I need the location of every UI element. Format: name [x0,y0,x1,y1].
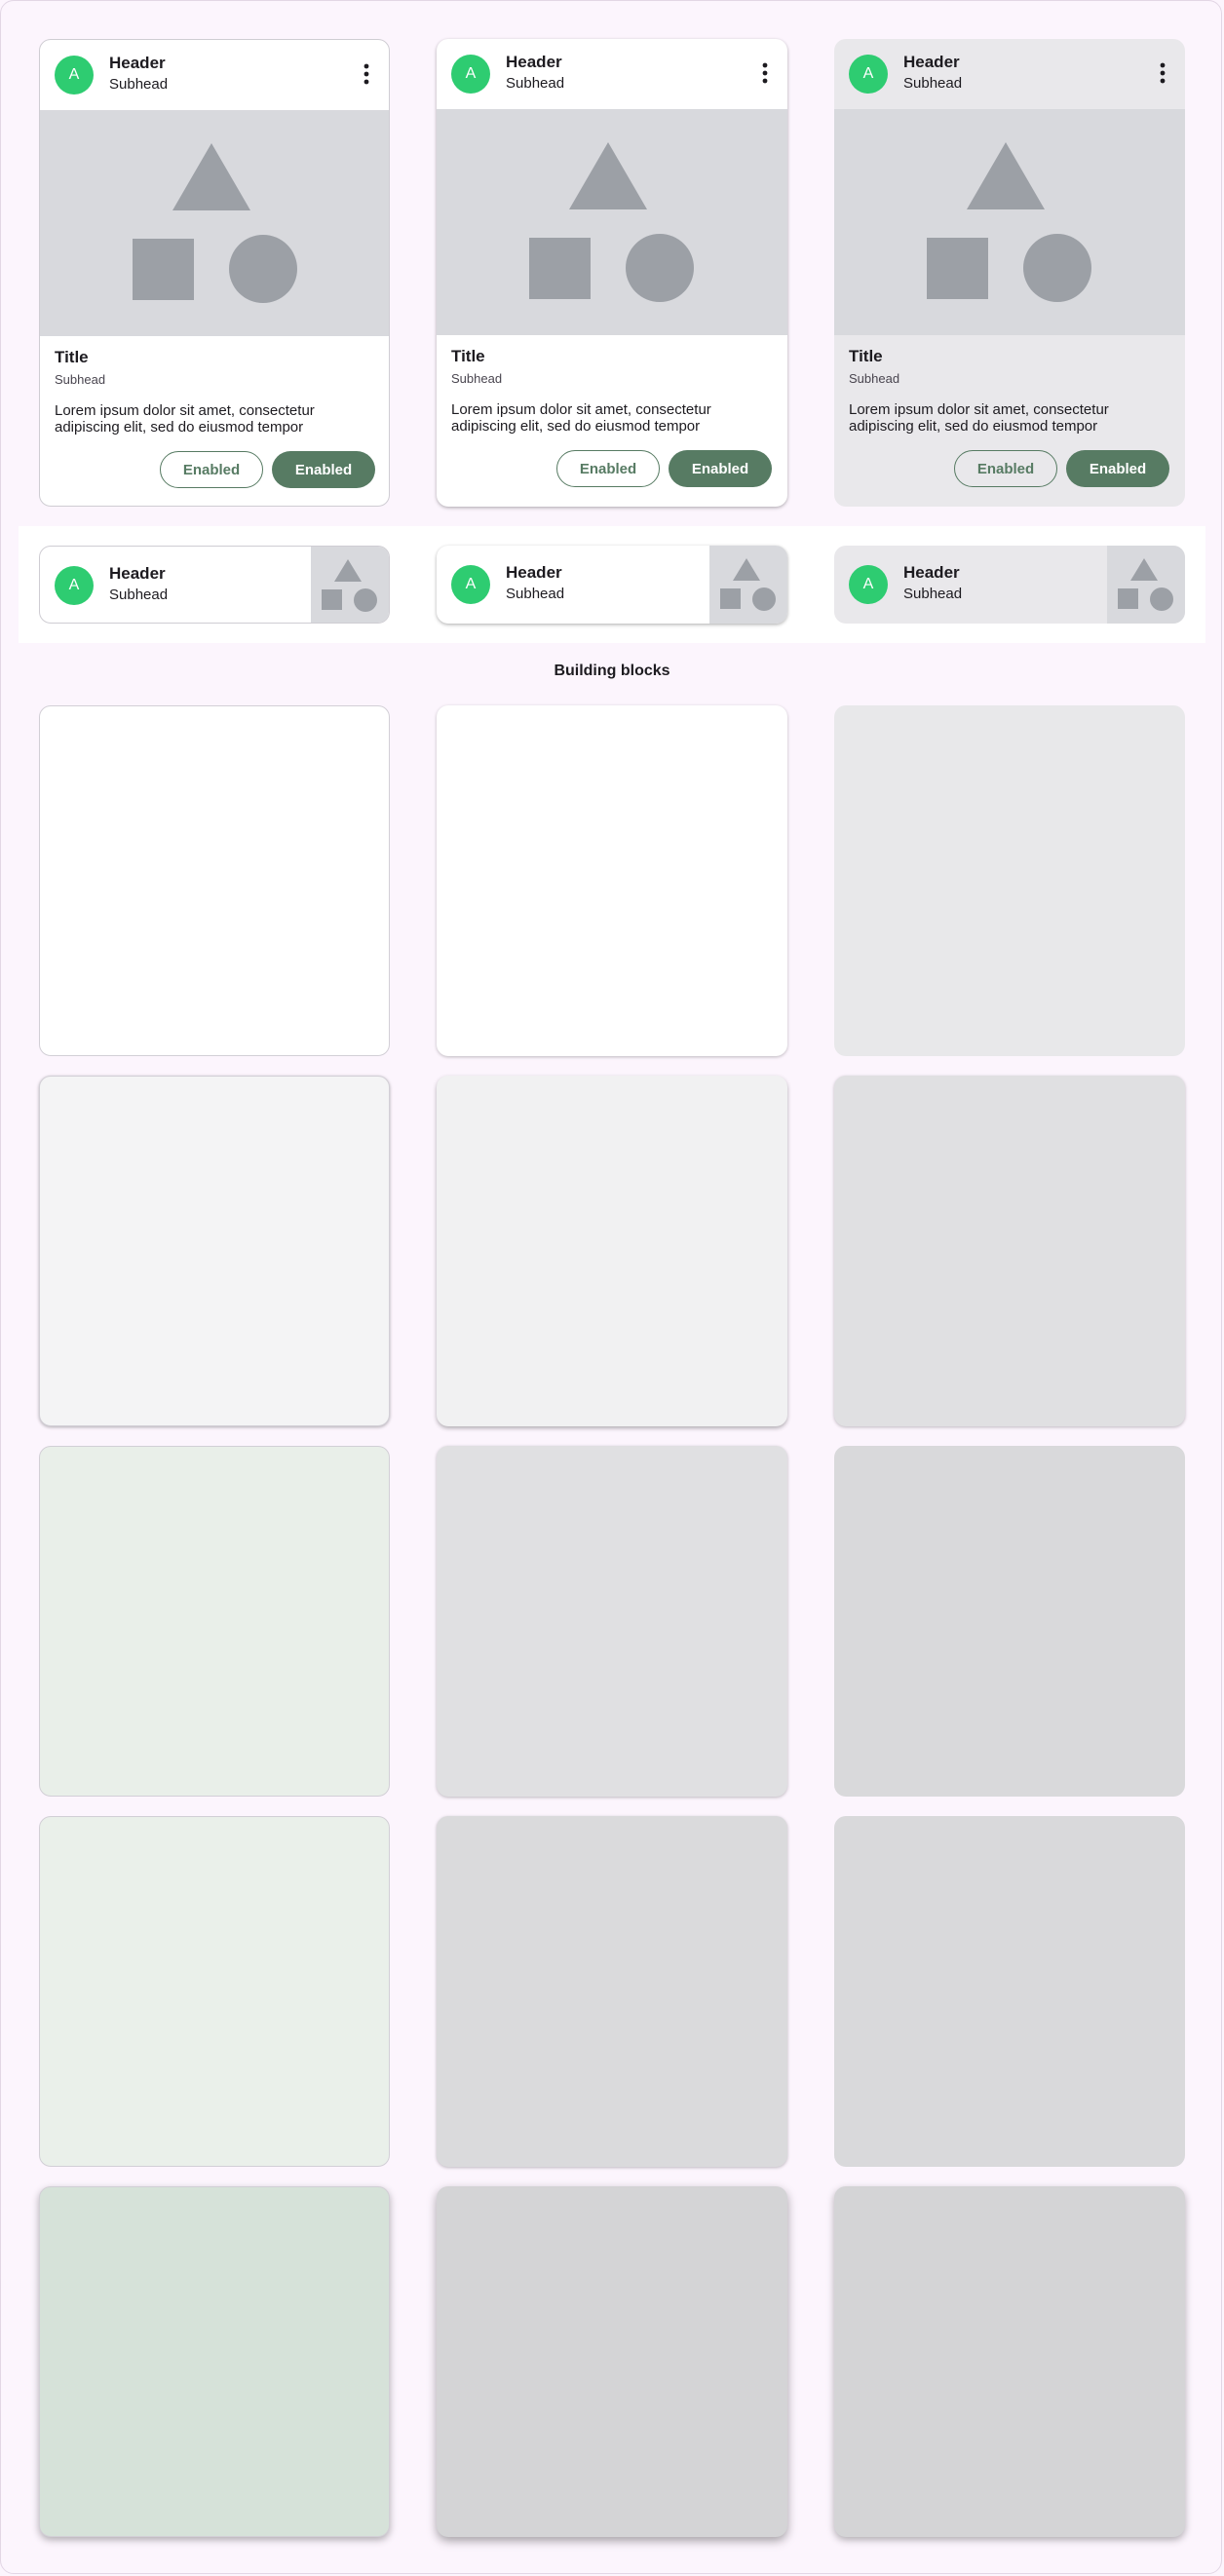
card-surface-filled-focused [834,1446,1185,1797]
media-card-filled[interactable]: A Header Subhead Title Subhead Lorem ips… [834,39,1185,507]
card-header-subhead: Subhead [903,75,963,92]
media-thumbnail [311,547,389,623]
card-header-title: Header [506,53,562,71]
filled-button[interactable]: Enabled [1066,450,1169,487]
card-title: Title [849,347,883,365]
card-surface-outlined-dragged [39,2186,390,2537]
filled-button[interactable]: Enabled [669,450,772,487]
avatar[interactable]: A [451,565,490,604]
card-header: A Header Subhead [40,40,389,110]
card-surface-filled-hovered [834,1076,1185,1426]
card-header: A Header Subhead [834,39,1185,109]
card-title: Title [55,348,89,366]
shapes-icon [322,559,377,612]
horizontal-card-outlined[interactable]: A Header Subhead [39,546,390,624]
card-subhead: Subhead [451,371,503,386]
media-placeholder [834,109,1185,335]
avatar[interactable]: A [849,565,888,604]
card-body-text: Lorem ipsum dolor sit amet, consectetur … [451,401,711,435]
media-placeholder [437,109,787,335]
shapes-icon [529,142,694,302]
avatar[interactable]: A [55,56,94,95]
card-surface-filled-dragged [834,2186,1185,2537]
card-header-title: Header [109,54,166,72]
card-header-title: Header [903,563,960,582]
card-surface-elevated-dragged [437,2186,787,2537]
section-title: Building blocks [554,663,670,679]
card-header-subhead: Subhead [109,587,169,603]
shapes-icon [927,142,1091,302]
card-header-subhead: Subhead [903,586,963,602]
card-surface-outlined-focused [39,1446,390,1797]
media-card-elevated[interactable]: A Header Subhead Title Subhead Lorem ips… [437,39,787,507]
outlined-button[interactable]: Enabled [160,451,263,488]
card-header-title: Header [903,53,960,71]
media-card-outlined[interactable]: A Header Subhead Title Subhead Lorem ips… [39,39,390,507]
avatar[interactable]: A [849,55,888,94]
horizontal-card-filled[interactable]: A Header Subhead [834,546,1185,624]
card-subhead: Subhead [849,371,900,386]
card-surface-filled-enabled [834,705,1185,1056]
card-subhead: Subhead [55,372,106,387]
card-surface-elevated-enabled [437,705,787,1056]
media-placeholder [40,110,389,336]
horizontal-card-elevated[interactable]: A Header Subhead [437,546,787,624]
card-body-text: Lorem ipsum dolor sit amet, consectetur … [55,402,315,436]
card-surface-filled-pressed [834,1816,1185,2167]
card-header-title: Header [109,564,166,583]
card-surface-outlined-hovered [39,1076,390,1426]
card-surface-elevated-focused [437,1446,787,1797]
card-body-text: Lorem ipsum dolor sit amet, consectetur … [849,401,1109,435]
card-header: A Header Subhead [437,39,787,109]
avatar[interactable]: A [55,566,94,605]
card-header-subhead: Subhead [109,76,169,93]
avatar[interactable]: A [451,55,490,94]
shapes-icon [1118,558,1173,611]
card-title: Title [451,347,485,365]
media-thumbnail [709,546,787,624]
more-vert-icon[interactable] [363,63,369,85]
outlined-button[interactable]: Enabled [954,450,1057,487]
card-surface-elevated-pressed [437,1816,787,2167]
card-header-subhead: Subhead [506,75,565,92]
shapes-icon [133,143,297,303]
more-vert-icon[interactable] [762,62,768,84]
card-surface-outlined-enabled [39,705,390,1056]
card-header-subhead: Subhead [506,586,565,602]
card-surface-outlined-pressed [39,1816,390,2167]
more-vert-icon[interactable] [1160,62,1166,84]
shapes-icon [720,558,776,611]
outlined-button[interactable]: Enabled [556,450,660,487]
media-thumbnail [1107,546,1185,624]
card-header-title: Header [506,563,562,582]
filled-button[interactable]: Enabled [272,451,375,488]
card-surface-elevated-hovered [437,1076,787,1426]
